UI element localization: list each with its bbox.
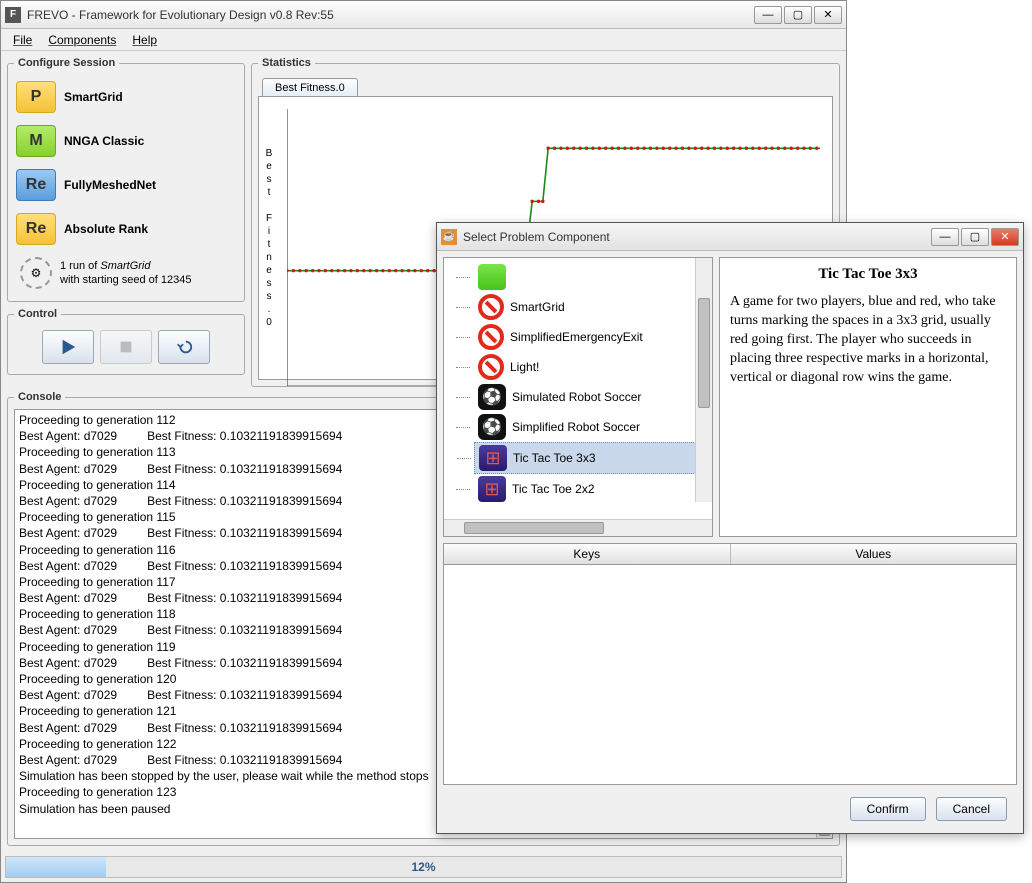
ttt-icon	[478, 476, 506, 502]
folder-icon: P	[16, 81, 56, 113]
menubar: File Components Help	[1, 29, 846, 51]
tree-label: SimplifiedEmergencyExit	[510, 330, 643, 344]
kv-keys-header[interactable]: Keys	[444, 544, 731, 564]
kv-values-header[interactable]: Values	[731, 544, 1017, 564]
tab-best-fitness[interactable]: Best Fitness.0	[262, 78, 358, 97]
no-icon	[478, 324, 504, 350]
tree-item-3[interactable]: Light!	[474, 352, 712, 382]
configure-session-panel: Configure Session P SmartGrid M NNGA Classi…	[7, 57, 245, 302]
desc-body: A game for two players, blue and red, wh…	[730, 293, 1006, 387]
dialog-maximize-button[interactable]: ▢	[961, 228, 989, 246]
tree-label: SmartGrid	[510, 300, 565, 314]
component-tree: SmartGrid SimplifiedEmergencyExit Light! Si…	[443, 257, 713, 537]
folder-icon: M	[16, 125, 56, 157]
folder-icon: Re	[16, 213, 56, 245]
tree-item-1[interactable]: SmartGrid	[474, 292, 712, 322]
tree-item-0[interactable]	[474, 262, 712, 292]
statistics-legend: Statistics	[258, 57, 315, 69]
select-problem-dialog: ☕ Select Problem Component — ▢ ✕ SmartGr…	[436, 222, 1024, 834]
control-panel: Control	[7, 308, 245, 375]
ball-icon	[478, 414, 506, 440]
kv-table-body	[443, 565, 1017, 785]
main-titlebar: F FREVO - Framework for Evolutionary Des…	[1, 1, 846, 29]
tree-label: Simplified Robot Soccer	[512, 420, 640, 434]
tree-scrollbar-h[interactable]	[444, 519, 712, 536]
dialog-title: Select Problem Component	[463, 230, 931, 244]
run-summary: ⚙ 1 run of SmartGrid with starting seed …	[14, 251, 238, 295]
tree-label: Tic Tac Toe 2x2	[512, 482, 595, 496]
cfg-label: SmartGrid	[64, 90, 123, 104]
dialog-close-button[interactable]: ✕	[991, 228, 1019, 246]
cfg-label: NNGA Classic	[64, 134, 144, 148]
undo-button[interactable]	[158, 330, 210, 364]
ball-icon	[478, 384, 506, 410]
menu-help[interactable]: Help	[126, 31, 163, 49]
description-pane: Tic Tac Toe 3x3 A game for two players, …	[719, 257, 1017, 537]
gear-icon: ⚙	[20, 257, 52, 289]
tree-item-4[interactable]: Simulated Robot Soccer	[474, 382, 712, 412]
app-icon: F	[5, 7, 21, 23]
tree-label: Tic Tac Toe 3x3	[513, 451, 596, 465]
tree-item-6[interactable]: Tic Tac Toe 3x3	[474, 442, 712, 474]
no-icon	[478, 354, 504, 380]
play-button[interactable]	[42, 330, 94, 364]
maximize-button[interactable]: ▢	[784, 6, 812, 24]
dialog-minimize-button[interactable]: —	[931, 228, 959, 246]
tree-scrollbar-v[interactable]	[695, 258, 712, 502]
cfg-label: Absolute Rank	[64, 222, 148, 236]
tree-label: Light!	[510, 360, 539, 374]
cfg-label: FullyMeshedNet	[64, 178, 156, 192]
menu-components[interactable]: Components	[42, 31, 122, 49]
console-legend: Console	[14, 391, 65, 403]
java-icon: ☕	[441, 229, 457, 245]
configure-legend: Configure Session	[14, 57, 119, 69]
folder-icon: Re	[16, 169, 56, 201]
stop-button[interactable]	[100, 330, 152, 364]
cfg-item-3[interactable]: Re Absolute Rank	[14, 207, 238, 251]
window-title: FREVO - Framework for Evolutionary Desig…	[27, 8, 754, 22]
cfg-item-1[interactable]: M NNGA Classic	[14, 119, 238, 163]
desc-title: Tic Tac Toe 3x3	[730, 266, 1006, 283]
tree-item-2[interactable]: SimplifiedEmergencyExit	[474, 322, 712, 352]
cfg-item-0[interactable]: P SmartGrid	[14, 75, 238, 119]
cancel-button[interactable]: Cancel	[936, 797, 1007, 821]
dialog-titlebar: ☕ Select Problem Component — ▢ ✕	[437, 223, 1023, 251]
progress-bar: 12%	[5, 856, 842, 878]
close-button[interactable]: ✕	[814, 6, 842, 24]
green-icon	[478, 264, 506, 290]
cfg-item-2[interactable]: Re FullyMeshedNet	[14, 163, 238, 207]
tree-item-7[interactable]: Tic Tac Toe 2x2	[474, 474, 712, 504]
minimize-button[interactable]: —	[754, 6, 782, 24]
chart-ylabel: Best Fitness.0	[263, 147, 275, 329]
ttt-icon	[479, 445, 507, 471]
kv-table-header: Keys Values	[443, 543, 1017, 565]
confirm-button[interactable]: Confirm	[850, 797, 926, 821]
tree-label: Simulated Robot Soccer	[512, 390, 641, 404]
tree-item-5[interactable]: Simplified Robot Soccer	[474, 412, 712, 442]
menu-file[interactable]: File	[7, 31, 38, 49]
no-icon	[478, 294, 504, 320]
progress-pct: 12%	[6, 857, 841, 877]
control-legend: Control	[14, 308, 61, 320]
